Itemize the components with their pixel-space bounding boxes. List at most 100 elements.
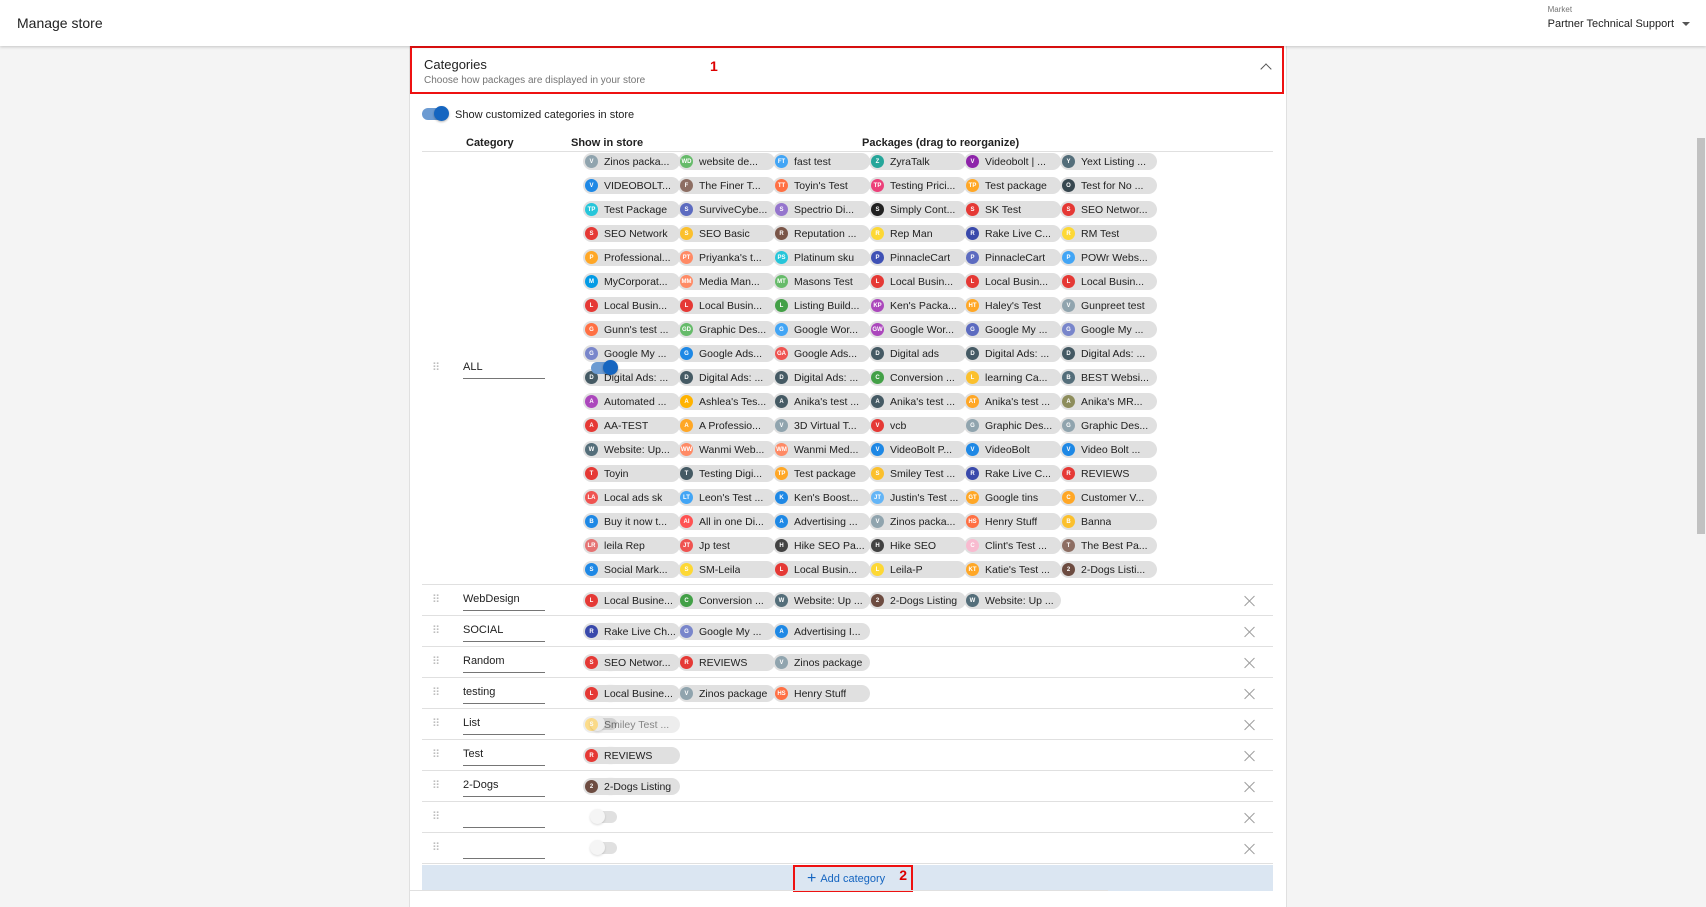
package-chip[interactable]: V Zinos package [773,654,870,671]
package-chip[interactable]: T Testing Digi... [678,465,775,482]
package-chip[interactable]: S SEO Basic [678,225,775,242]
package-chip[interactable]: W Website: Up... [583,441,680,458]
package-chip[interactable]: AI All in one Di... [678,513,775,530]
package-chip[interactable]: R Rake Live C... [964,465,1061,482]
add-category-button[interactable]: + Add category 2 [793,865,913,892]
package-chip[interactable]: V Video Bolt ... [1060,441,1157,458]
package-chip[interactable]: A A Professio... [678,417,775,434]
package-chip[interactable]: W Website: Up ... [964,592,1061,609]
package-chip[interactable]: MM Media Man... [678,273,775,290]
package-chip[interactable]: L Leila-P [869,561,966,578]
package-chip[interactable]: L Local Busin... [773,561,870,578]
package-chip[interactable]: S Spectrio Di... [773,201,870,218]
category-name-input[interactable]: 2-Dogs [463,779,545,797]
drag-handle-icon[interactable]: ⠿ [432,656,440,668]
package-chip[interactable]: D Digital Ads: ... [678,369,775,386]
drag-handle-icon[interactable]: ⠿ [432,718,440,730]
package-chip[interactable]: P Professional... [583,249,680,266]
package-chip[interactable]: A Anika's MR... [1060,393,1157,410]
package-chip[interactable]: V VideoBolt [964,441,1061,458]
package-chip[interactable]: R REVIEWS [1060,465,1157,482]
drag-handle-icon[interactable]: ⠿ [432,749,440,761]
package-chip[interactable]: S SEO Networ... [1060,201,1157,218]
package-chip[interactable]: KT Katie's Test ... [964,561,1061,578]
package-chip[interactable]: PT Priyanka's t... [678,249,775,266]
package-chip[interactable]: H Hike SEO Pa... [773,537,870,554]
delete-category-icon[interactable] [1244,781,1256,793]
drag-handle-icon[interactable]: ⠿ [432,625,440,637]
show-in-store-toggle[interactable] [590,840,617,855]
categories-header[interactable]: Categories Choose how packages are displ… [410,46,1284,94]
package-chip[interactable]: G Google My ... [1060,321,1157,338]
package-chip[interactable]: K Ken's Boost... [773,489,870,506]
package-chip[interactable]: WD website de... [678,153,775,170]
package-chip[interactable]: Llearning Ca... [964,369,1061,386]
package-chip[interactable]: L Local Busin... [1060,273,1157,290]
package-chip[interactable]: G Google My ... [964,321,1061,338]
package-chip[interactable]: V VideoBolt P... [869,441,966,458]
package-chip[interactable]: FT fast test [773,153,870,170]
package-chip[interactable]: G Google My ... [583,345,680,362]
package-chip[interactable]: LR leila Rep [583,537,680,554]
category-name-input[interactable]: WebDesign [463,593,545,611]
package-chip[interactable]: P PinnacleCart [964,249,1061,266]
package-chip[interactable]: L Local Busin... [583,297,680,314]
package-chip[interactable]: TP Testing Prici... [869,177,966,194]
package-chip[interactable]: KP Ken's Packa... [869,297,966,314]
package-chip[interactable]: LA Local ads sk [583,489,680,506]
package-chip[interactable]: Z ZyraTalk [869,153,966,170]
package-chip[interactable]: L Listing Build... [773,297,870,314]
delete-category-icon[interactable] [1244,843,1256,855]
package-chip[interactable]: S SK Test [964,201,1061,218]
package-chip[interactable]: WM Wanmi Med... [773,441,870,458]
package-chip[interactable]: V Zinos packa... [869,513,966,530]
category-name-input[interactable]: Random [463,655,545,673]
package-chip[interactable]: G Google My ... [678,623,775,640]
delete-category-icon[interactable] [1244,812,1256,824]
delete-category-icon[interactable] [1244,719,1256,731]
package-chip[interactable]: A AA-TEST [583,417,680,434]
package-chip[interactable]: V Zinos packa... [583,153,680,170]
package-chip[interactable]: D Digital Ads: ... [1060,345,1157,362]
package-chip[interactable]: V 3D Virtual T... [773,417,870,434]
category-name-input[interactable] [463,841,545,859]
chevron-up-icon[interactable] [1260,63,1272,75]
package-chip[interactable]: WW Wanmi Web... [678,441,775,458]
market-selector[interactable]: Market Partner Technical Support [1548,5,1690,30]
package-chip[interactable]: P POWr Webs... [1060,249,1157,266]
package-chip[interactable]: Y Yext Listing ... [1060,153,1157,170]
package-chip[interactable]: M MyCorporat... [583,273,680,290]
category-name-input[interactable]: testing [463,686,545,704]
package-chip[interactable]: A Ashlea's Tes... [678,393,775,410]
category-name-input[interactable]: SOCIAL [463,624,545,642]
package-chip[interactable]: A Advertising I... [773,623,870,640]
package-chip[interactable]: R REVIEWS [583,747,680,764]
package-chip[interactable]: S Simply Cont... [869,201,966,218]
package-chip[interactable]: R Rake Live C... [964,225,1061,242]
package-chip[interactable]: L Local Busine... [583,685,680,702]
package-chip[interactable]: H Hike SEO [869,537,966,554]
drag-handle-icon[interactable]: ⠿ [432,842,440,854]
show-in-store-toggle[interactable] [590,809,617,824]
scrollbar[interactable] [1697,138,1705,534]
package-chip[interactable]: L Local Busin... [869,273,966,290]
package-chip[interactable]: C Clint's Test ... [964,537,1061,554]
package-chip[interactable]: R Rake Live Ch... [583,623,680,640]
package-chip[interactable]: V Gunpreet test [1060,297,1157,314]
package-chip[interactable]: V Videobolt | ... [964,153,1061,170]
delete-category-icon[interactable] [1244,657,1256,669]
package-chip[interactable]: S Social Mark... [583,561,680,578]
package-chip[interactable]: G Google Wor... [773,321,870,338]
package-chip[interactable]: TP Test package [964,177,1061,194]
dropdown-caret-icon[interactable] [1682,22,1690,26]
package-chip[interactable]: S SEO Network [583,225,680,242]
package-chip[interactable]: T Toyin [583,465,680,482]
package-chip[interactable]: R RM Test [1060,225,1157,242]
package-chip[interactable]: T The Best Pa... [1060,537,1157,554]
package-chip[interactable]: GW Google Wor... [869,321,966,338]
package-chip[interactable]: S SM-Leila [678,561,775,578]
package-chip[interactable]: O Test for No ... [1060,177,1157,194]
package-chip[interactable]: JT Justin's Test ... [869,489,966,506]
package-chip[interactable]: MT Masons Test [773,273,870,290]
package-chip[interactable]: A Advertising ... [773,513,870,530]
